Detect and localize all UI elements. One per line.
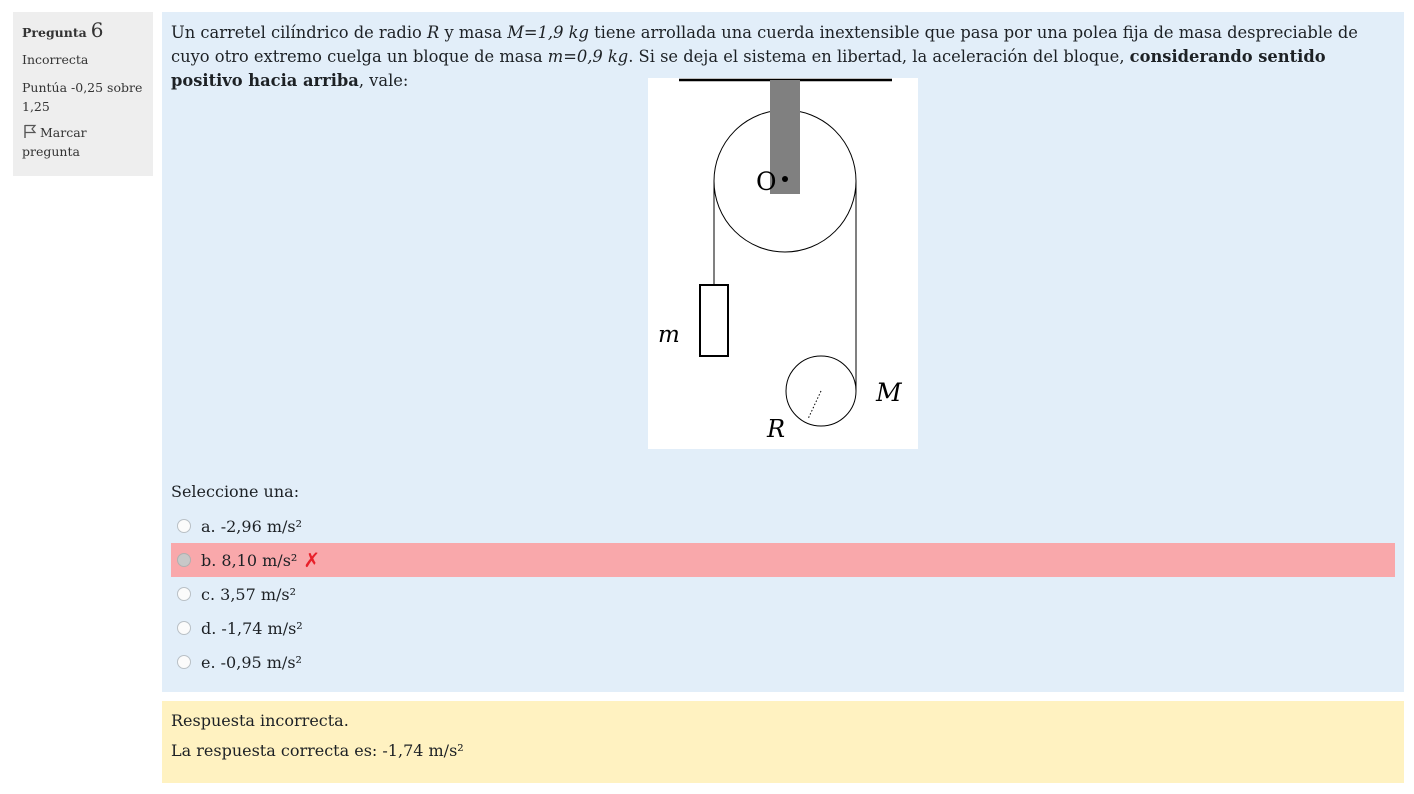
question-number: Pregunta 6 [22, 18, 144, 42]
variable-radius: R [427, 23, 440, 42]
label-m: m [658, 322, 680, 348]
answer-label: b. 8,10 m/s² [201, 550, 298, 570]
answer-option-d[interactable]: d. -1,74 m/s² [171, 611, 1395, 645]
label-r: R [766, 415, 785, 443]
radio-button[interactable] [177, 553, 191, 567]
question-text-part: , vale: [358, 71, 409, 90]
question-state: Incorrecta [22, 52, 89, 67]
general-feedback: Respuesta incorrecta. [171, 711, 349, 730]
radius-line [807, 390, 822, 420]
feedback-panel: Respuesta incorrecta. La respuesta corre… [162, 701, 1404, 783]
pulley-axle [782, 176, 788, 182]
pulley-diagram: O m M R [648, 78, 918, 449]
answer-label: c. 3,57 m/s² [201, 584, 297, 604]
radio-button[interactable] [177, 621, 191, 635]
answer-label: d. -1,74 m/s² [201, 618, 303, 638]
answer-option-b[interactable]: b. 8,10 m/s² ✗ [171, 543, 1395, 577]
answer-option-e[interactable]: e. -0,95 m/s² [171, 645, 1395, 679]
flag-question-link[interactable]: Marcar pregunta [22, 123, 144, 161]
variable-mass-spool: M=1,9 kg [507, 23, 589, 42]
question-info-panel: Pregunta 6 Incorrecta Puntúa -0,25 sobre… [13, 12, 153, 176]
answer-option-c[interactable]: c. 3,57 m/s² [171, 577, 1395, 611]
question-number-value: 6 [90, 18, 104, 42]
radio-button[interactable] [177, 519, 191, 533]
radio-button[interactable] [177, 655, 191, 669]
question-text-part: y masa [439, 23, 508, 42]
answer-label: a. -2,96 m/s² [201, 516, 303, 536]
answer-option-a[interactable]: a. -2,96 m/s² [171, 509, 1395, 543]
radio-button[interactable] [177, 587, 191, 601]
question-content: Un carretel cilíndrico de radio R y masa… [162, 12, 1404, 692]
block-m [699, 284, 729, 357]
question-label: Pregunta [22, 25, 87, 40]
label-m-spool: M [875, 378, 903, 407]
flag-icon [24, 124, 37, 138]
variable-mass-block: m=0,9 kg [547, 47, 629, 66]
answer-options: a. -2,96 m/s² b. 8,10 m/s² ✗ c. 3,57 m/s… [171, 509, 1395, 679]
question-text-part: Un carretel cilíndrico de radio [171, 23, 428, 42]
pulley-diagram-svg: O m M R [658, 78, 903, 443]
label-o: O [756, 167, 777, 196]
select-prompt: Seleccione una: [171, 482, 300, 501]
right-answer: La respuesta correcta es: -1,74 m/s² [171, 741, 464, 760]
question-text-part: . Si se deja el sistema en libertad, la … [628, 47, 1130, 66]
question-grade: Puntúa -0,25 sobre 1,25 [22, 80, 143, 114]
cross-icon: ✗ [303, 548, 321, 572]
answer-label: e. -0,95 m/s² [201, 652, 302, 672]
